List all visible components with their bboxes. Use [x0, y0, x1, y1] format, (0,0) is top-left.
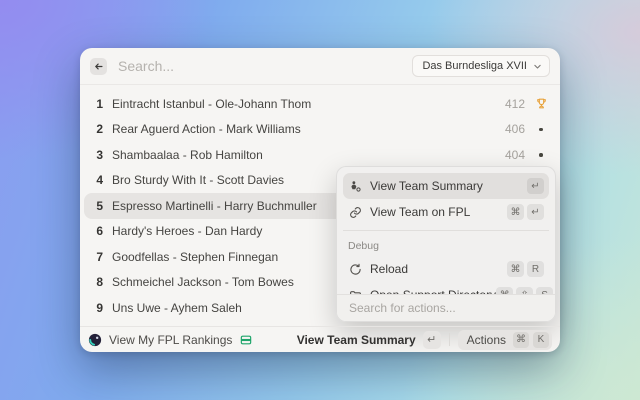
rank: 3 — [92, 148, 103, 162]
team-name: Rear Aguerd Action - Mark Williams — [112, 122, 301, 136]
key-cmd: ⌘ — [507, 204, 524, 220]
action-open-support-directory[interactable]: Open Support Directory ⌘ ⇧ S — [343, 282, 549, 294]
league-dropdown-value: Das Burndesliga XVII — [422, 60, 527, 72]
team-name: Espresso Martinelli - Harry Buchmuller — [112, 199, 317, 213]
action-label: View Team on FPL — [370, 205, 507, 219]
launcher-window: Das Burndesliga XVII 1 Eintracht Istanbu… — [80, 48, 560, 352]
action-reload[interactable]: Reload ⌘ R — [343, 256, 549, 282]
key-cmd: ⌘ — [496, 287, 513, 294]
team-name: Bro Sturdy With It - Scott Davies — [112, 173, 284, 187]
menu-divider — [343, 230, 549, 231]
league-dropdown[interactable]: Das Burndesliga XVII — [412, 55, 550, 77]
actions-search-input[interactable] — [347, 300, 545, 316]
dot-icon — [534, 128, 548, 132]
key-cmd: ⌘ — [513, 332, 529, 348]
key-s: S — [536, 287, 553, 294]
action-view-team-on-fpl[interactable]: View Team on FPL ⌘ ↵ — [343, 199, 549, 225]
rank: 7 — [92, 250, 103, 264]
actions-panel-list: View Team Summary ↵ View Team on FPL ⌘ ↵ — [337, 167, 555, 294]
team-summary-icon — [348, 179, 362, 193]
link-icon — [348, 205, 362, 219]
rank: 6 — [92, 224, 103, 238]
rank: 5 — [92, 199, 103, 213]
chevron-down-icon — [533, 62, 542, 71]
team-name: Schmeichel Jackson - Tom Bowes — [112, 275, 294, 289]
team-name: Hardy's Heroes - Dan Hardy — [112, 224, 262, 238]
action-view-team-summary[interactable]: View Team Summary ↵ — [343, 173, 549, 199]
action-label: View Team Summary — [370, 179, 527, 193]
key-cmd: ⌘ — [507, 261, 524, 277]
rankings-card-icon — [239, 333, 253, 347]
rank: 4 — [92, 173, 103, 187]
actions-button[interactable]: Actions ⌘ K — [458, 330, 552, 350]
extension-icon — [88, 333, 102, 347]
points: 412 — [505, 97, 525, 111]
reload-icon — [348, 262, 362, 276]
rank: 1 — [92, 97, 103, 111]
rank: 9 — [92, 301, 103, 315]
actions-button-label: Actions — [467, 333, 506, 347]
key-shift: ⇧ — [516, 287, 533, 294]
actions-panel: View Team Summary ↵ View Team on FPL ⌘ ↵ — [336, 166, 556, 322]
points: 404 — [505, 148, 525, 162]
team-name: Goodfellas - Stephen Finnegan — [112, 250, 278, 264]
footer-command-label: View My FPL Rankings — [109, 333, 232, 347]
back-arrow-icon — [93, 61, 104, 72]
team-name: Eintracht Istanbul - Ole-Johann Thom — [112, 97, 311, 111]
key-return: ↵ — [423, 331, 441, 349]
dot-icon — [534, 153, 548, 157]
points: 406 — [505, 122, 525, 136]
key-return: ↵ — [527, 204, 544, 220]
list-item[interactable]: 3 Shambaalaa - Rob Hamilton 404 — [84, 142, 556, 168]
trophy-icon — [534, 97, 548, 110]
back-button[interactable] — [90, 58, 107, 75]
footer: View My FPL Rankings View Team Summary ↵… — [80, 326, 560, 352]
footer-divider — [449, 333, 450, 346]
team-name: Uns Uwe - Ayhem Saleh — [112, 301, 242, 315]
action-label: Reload — [370, 262, 507, 276]
menu-section-title: Debug — [343, 235, 549, 256]
team-name: Shambaalaa - Rob Hamilton — [112, 148, 263, 162]
key-r: R — [527, 261, 544, 277]
header: Das Burndesliga XVII — [80, 48, 560, 85]
search-input[interactable] — [116, 57, 412, 75]
key-return: ↵ — [527, 178, 544, 194]
key-k: K — [533, 332, 549, 348]
rank: 8 — [92, 275, 103, 289]
rank: 2 — [92, 122, 103, 136]
actions-search — [337, 294, 555, 321]
list-item[interactable]: 2 Rear Aguerd Action - Mark Williams 406 — [84, 117, 556, 143]
desktop-background: Das Burndesliga XVII 1 Eintracht Istanbu… — [0, 0, 640, 400]
list-item[interactable]: 1 Eintracht Istanbul - Ole-Johann Thom 4… — [84, 91, 556, 117]
footer-primary-action[interactable]: View Team Summary — [297, 333, 416, 347]
